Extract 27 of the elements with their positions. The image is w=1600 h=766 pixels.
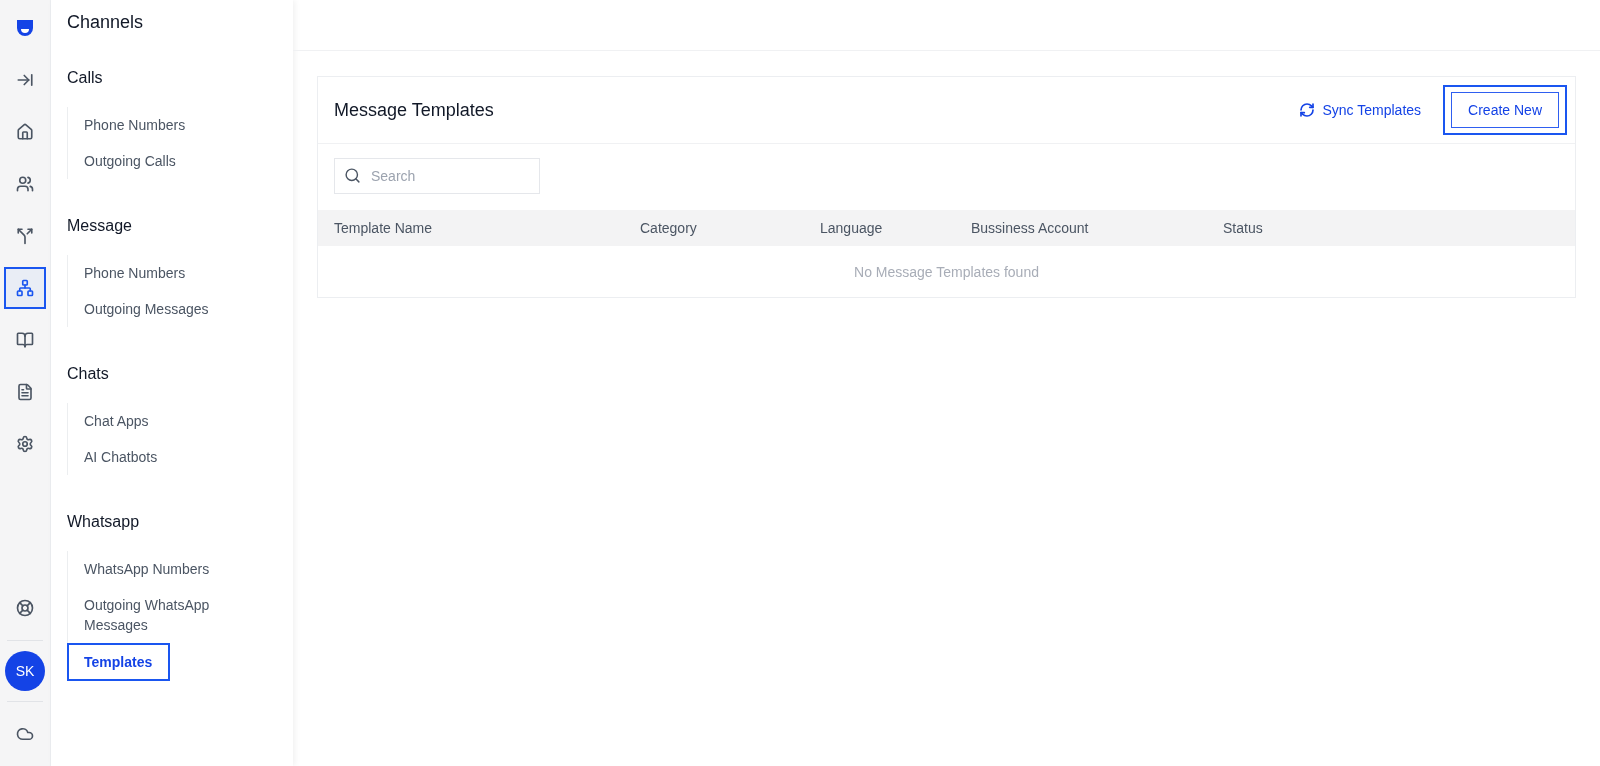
column-header: Bussiness Account — [971, 220, 1090, 236]
card-title: Message Templates — [334, 99, 495, 121]
section-title: Chats — [67, 365, 109, 383]
empty-message: No Message Templates found — [853, 263, 1040, 282]
sidebar-item[interactable]: WhatsApp Numbers — [68, 551, 226, 587]
column-header: Category — [640, 220, 698, 236]
sidebar-item[interactable]: Outgoing WhatsApp Messages — [68, 587, 268, 643]
hub-icon[interactable] — [4, 267, 46, 309]
sidebar-title: Channels — [67, 12, 144, 33]
sidebar-item[interactable]: Outgoing Messages — [68, 291, 225, 327]
sidebar-item[interactable]: Phone Numbers — [68, 255, 202, 291]
section-title: Message — [67, 217, 132, 235]
column-header: Language — [820, 220, 884, 236]
column-header: Status — [1223, 220, 1264, 236]
section-title: Whatsapp — [67, 513, 140, 531]
sync-button[interactable]: Sync Templates — [1292, 101, 1428, 119]
sidebar-item[interactable]: Templates — [67, 643, 171, 681]
search-field[interactable]: Search — [334, 158, 540, 194]
sidebar-item[interactable]: Phone Numbers — [68, 107, 202, 143]
user-avatar[interactable]: SK — [5, 651, 45, 691]
refresh-icon — [1298, 102, 1315, 118]
sidebar-item[interactable]: Chat Apps — [68, 403, 165, 439]
sidebar-item[interactable]: AI Chatbots — [68, 439, 174, 475]
section-title: Calls — [67, 69, 103, 87]
sidebar-item[interactable]: Outgoing Calls — [68, 143, 192, 179]
create-button[interactable]: Create New — [1451, 92, 1559, 128]
column-header: Template Name — [334, 220, 434, 236]
